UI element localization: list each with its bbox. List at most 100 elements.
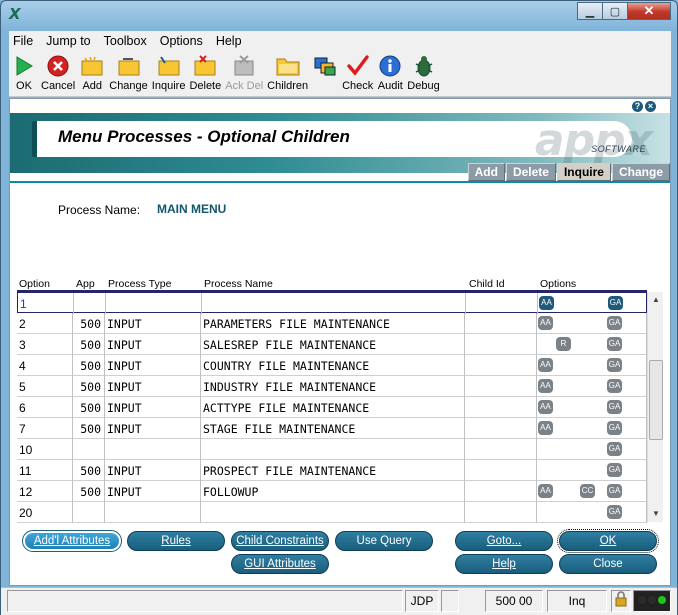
minimize-button[interactable]: ▁ bbox=[577, 2, 603, 20]
option-badge-ga[interactable]: GA bbox=[607, 337, 622, 351]
cell-options[interactable] bbox=[537, 334, 647, 355]
tab-delete[interactable]: Delete bbox=[505, 163, 556, 181]
cell-app[interactable]: 500 bbox=[73, 355, 105, 376]
cell-app[interactable]: 500 bbox=[73, 418, 105, 439]
cell-option[interactable]: 7 bbox=[17, 418, 73, 439]
cell-options[interactable] bbox=[537, 460, 647, 481]
use-query-button[interactable]: Use Query bbox=[335, 531, 433, 551]
rules-button[interactable]: Rules bbox=[127, 531, 225, 551]
tab-inquire[interactable]: Inquire bbox=[556, 163, 611, 181]
cell-options[interactable] bbox=[538, 293, 648, 314]
cell-name[interactable]: PARAMETERS FILE MAINTENANCE bbox=[201, 313, 465, 334]
option-badge-aa[interactable]: AA bbox=[538, 484, 553, 498]
cell-type[interactable]: INPUT bbox=[105, 418, 201, 439]
cell-name[interactable]: INDUSTRY FILE MAINTENANCE bbox=[201, 376, 465, 397]
option-badge-aa[interactable]: AA bbox=[538, 400, 553, 414]
cell-app[interactable]: 500 bbox=[73, 397, 105, 418]
toolbar-children-button[interactable]: Children bbox=[267, 51, 308, 92]
option-badge-ga[interactable]: GA bbox=[607, 463, 622, 477]
cell-child[interactable] bbox=[465, 460, 537, 481]
cell-option[interactable]: 10 bbox=[17, 439, 73, 460]
scroll-down-icon[interactable]: ▼ bbox=[648, 506, 664, 522]
table-row[interactable]: 20 GA bbox=[17, 502, 647, 523]
option-badge-ga[interactable]: GA bbox=[607, 484, 622, 498]
close-button[interactable]: Close bbox=[559, 554, 657, 574]
cell-app[interactable]: 500 bbox=[73, 376, 105, 397]
cell-option[interactable]: 11 bbox=[17, 460, 73, 481]
menu-jump-to[interactable]: Jump to bbox=[46, 34, 90, 48]
option-badge-aa[interactable]: AA bbox=[538, 316, 553, 330]
table-row[interactable]: 1 AA GA bbox=[17, 292, 648, 314]
cell-type[interactable]: INPUT bbox=[105, 334, 201, 355]
cell-name[interactable]: COUNTRY FILE MAINTENANCE bbox=[201, 355, 465, 376]
option-badge-ga[interactable]: GA bbox=[607, 421, 622, 435]
option-badge-aa[interactable]: AA bbox=[538, 421, 553, 435]
gui-attributes-button[interactable]: GUI Attributes bbox=[231, 554, 329, 574]
cell-type[interactable]: INPUT bbox=[105, 481, 201, 502]
menu-file[interactable]: File bbox=[13, 34, 33, 48]
cell-child[interactable] bbox=[465, 334, 537, 355]
cell-child[interactable] bbox=[465, 355, 537, 376]
ok-button[interactable]: OK bbox=[557, 529, 659, 553]
option-badge-ga[interactable]: GA bbox=[607, 358, 622, 372]
cell-type[interactable]: INPUT bbox=[105, 355, 201, 376]
cell-app[interactable]: 500 bbox=[73, 460, 105, 481]
cell-app[interactable] bbox=[73, 439, 105, 460]
option-badge-aa[interactable]: AA bbox=[539, 296, 554, 310]
cell-type[interactable]: INPUT bbox=[105, 376, 201, 397]
help-icon[interactable]: ? bbox=[632, 101, 643, 112]
toolbar-audit-button[interactable]: Audit bbox=[377, 51, 403, 92]
cell-name[interactable]: FOLLOWUP bbox=[201, 481, 465, 502]
cell-child[interactable] bbox=[465, 481, 537, 502]
cell-name[interactable]: SALESREP FILE MAINTENANCE bbox=[201, 334, 465, 355]
cell-name[interactable] bbox=[201, 439, 465, 460]
cell-name[interactable]: ACTTYPE FILE MAINTENANCE bbox=[201, 397, 465, 418]
cell-app[interactable]: 500 bbox=[73, 481, 105, 502]
table-row[interactable]: 5 500 INPUT INDUSTRY FILE MAINTENANCE AA GA bbox=[17, 376, 647, 397]
cell-options[interactable] bbox=[537, 418, 647, 439]
cell-child[interactable] bbox=[465, 376, 537, 397]
cell-options[interactable] bbox=[537, 439, 647, 460]
cell-options[interactable] bbox=[537, 313, 647, 334]
toolbar-change-button[interactable]: Change bbox=[109, 51, 148, 92]
cell-child[interactable] bbox=[465, 418, 537, 439]
menu-toolbox[interactable]: Toolbox bbox=[104, 34, 147, 48]
child-constraints-button[interactable]: Child Constraints bbox=[231, 531, 329, 551]
toolbar-debug-button[interactable]: Debug bbox=[407, 51, 440, 92]
cell-app[interactable] bbox=[74, 293, 106, 314]
cell-option[interactable]: 6 bbox=[17, 397, 73, 418]
toolbar-delete-button[interactable]: Delete bbox=[189, 51, 221, 92]
toolbar-add-button[interactable]: Add bbox=[79, 51, 105, 92]
cell-type[interactable]: INPUT bbox=[105, 460, 201, 481]
cell-option[interactable]: 12 bbox=[17, 481, 73, 502]
scroll-thumb[interactable] bbox=[649, 360, 663, 440]
cell-type[interactable]: INPUT bbox=[105, 313, 201, 334]
menu-help[interactable]: Help bbox=[216, 34, 242, 48]
table-row[interactable]: 11 500 INPUT PROSPECT FILE MAINTENANCE GA bbox=[17, 460, 647, 481]
option-badge-aa[interactable]: AA bbox=[538, 358, 553, 372]
scroll-up-icon[interactable]: ▲ bbox=[648, 292, 664, 308]
close-window-button[interactable]: ✕ bbox=[627, 2, 671, 20]
cell-option[interactable]: 2 bbox=[17, 313, 73, 334]
toolbar-ok-button[interactable]: OK bbox=[11, 51, 37, 92]
option-badge-r[interactable]: R bbox=[556, 337, 571, 351]
tab-add[interactable]: Add bbox=[467, 163, 505, 181]
cell-child[interactable] bbox=[465, 313, 537, 334]
addl-attributes-button[interactable]: Add'l Attributes bbox=[22, 530, 122, 552]
cell-options[interactable] bbox=[537, 502, 647, 523]
goto-button[interactable]: Goto... bbox=[455, 531, 553, 551]
cell-option[interactable]: 4 bbox=[17, 355, 73, 376]
toolbar-cancel-button[interactable]: Cancel bbox=[41, 51, 75, 92]
cell-options[interactable] bbox=[537, 376, 647, 397]
table-row[interactable]: 2 500 INPUT PARAMETERS FILE MAINTENANCE AA GA bbox=[17, 313, 647, 334]
cell-name[interactable] bbox=[201, 502, 465, 523]
close-icon[interactable]: × bbox=[645, 101, 656, 112]
menu-options[interactable]: Options bbox=[160, 34, 203, 48]
option-badge-ga[interactable]: GA bbox=[607, 379, 622, 393]
option-badge-ga[interactable]: GA bbox=[607, 505, 622, 519]
cell-type[interactable] bbox=[106, 293, 202, 314]
option-badge-cc[interactable]: CC bbox=[580, 484, 595, 498]
cell-child[interactable] bbox=[465, 502, 537, 523]
cell-options[interactable] bbox=[537, 355, 647, 376]
table-row[interactable]: 7 500 INPUT STAGE FILE MAINTENANCE AA GA bbox=[17, 418, 647, 439]
